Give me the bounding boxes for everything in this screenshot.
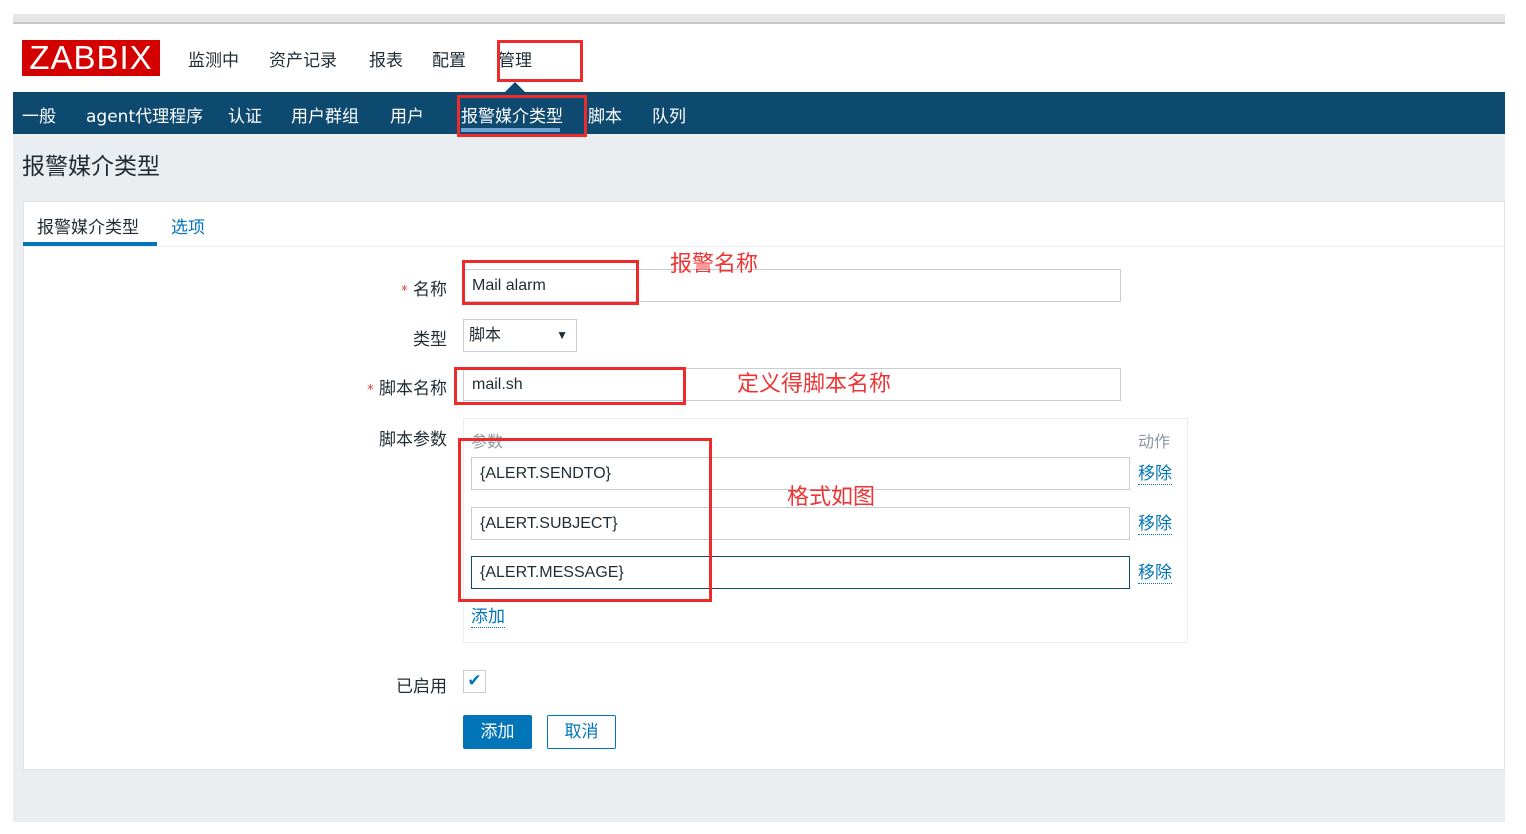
tab-media-type[interactable]: 报警媒介类型 — [37, 213, 139, 238]
annotation-box — [462, 260, 639, 305]
nav-configuration[interactable]: 配置 — [432, 46, 466, 71]
annotation-text: 定义得脚本名称 — [737, 372, 892, 397]
script-name-label: * 脚本名称 — [367, 379, 447, 399]
annotation-box — [458, 438, 712, 602]
remove-param-link[interactable]: 移除 — [1138, 514, 1172, 535]
subnav-general[interactable]: 一般 — [22, 102, 56, 127]
annotation-text: 格式如图 — [787, 485, 876, 510]
name-label: * 名称 — [401, 280, 447, 300]
type-label: 类型 — [413, 330, 447, 350]
page-title: 报警媒介类型 — [22, 154, 160, 180]
dropdown-arrow-icon: ▼ — [556, 328, 568, 342]
divider — [23, 246, 1505, 247]
nav-inventory[interactable]: 资产记录 — [269, 46, 337, 71]
check-icon: ✔ — [467, 671, 482, 691]
params-label: 脚本参数 — [379, 430, 447, 450]
type-select[interactable]: 脚本 ▼ — [463, 319, 577, 352]
enabled-checkbox[interactable]: ✔ — [463, 670, 486, 693]
browser-strip — [13, 14, 1505, 24]
subnav-scripts[interactable]: 脚本 — [588, 102, 622, 127]
annotation-text: 报警名称 — [670, 252, 759, 277]
add-button[interactable]: 添加 — [463, 715, 532, 749]
remove-param-link[interactable]: 移除 — [1138, 464, 1172, 485]
zabbix-logo[interactable]: ZABBIX — [22, 40, 160, 76]
annotation-box — [497, 40, 583, 82]
nav-reports[interactable]: 报表 — [369, 46, 403, 71]
annotation-box — [454, 367, 686, 405]
subnav-queue[interactable]: 队列 — [652, 102, 686, 127]
enabled-label: 已启用 — [396, 677, 447, 697]
add-param-link[interactable]: 添加 — [471, 607, 505, 628]
action-header: 动作 — [1138, 432, 1171, 451]
remove-param-link[interactable]: 移除 — [1138, 563, 1172, 584]
cancel-button[interactable]: 取消 — [547, 715, 616, 749]
subnav-authentication[interactable]: 认证 — [228, 102, 262, 127]
subnav-user-groups[interactable]: 用户群组 — [291, 102, 359, 127]
subnav-proxies[interactable]: agent代理程序 — [86, 102, 203, 127]
nav-monitoring[interactable]: 监测中 — [188, 46, 239, 71]
subnav-users[interactable]: 用户 — [390, 102, 424, 127]
tab-options[interactable]: 选项 — [171, 213, 205, 238]
annotation-box — [457, 95, 587, 137]
active-caret — [505, 82, 525, 92]
